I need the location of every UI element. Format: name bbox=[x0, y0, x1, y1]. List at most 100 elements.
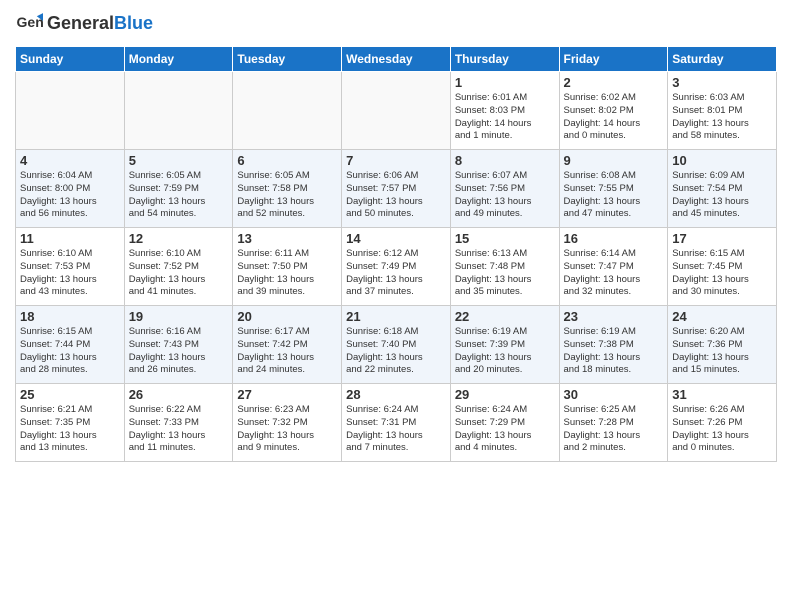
calendar-cell: 11 Sunrise: 6:10 AM Sunset: 7:53 PM Dayli… bbox=[16, 228, 125, 306]
calendar-cell: 15 Sunrise: 6:13 AM Sunset: 7:48 PM Dayli… bbox=[450, 228, 559, 306]
day-info: Sunrise: 6:05 AM Sunset: 7:59 PM Dayligh… bbox=[129, 170, 229, 221]
calendar-week-row: 11 Sunrise: 6:10 AM Sunset: 7:53 PM Dayli… bbox=[16, 228, 777, 306]
calendar-cell: 23 Sunrise: 6:19 AM Sunset: 7:38 PM Dayli… bbox=[559, 306, 668, 384]
day-info: Sunrise: 6:24 AM Sunset: 7:29 PM Dayligh… bbox=[455, 404, 555, 455]
day-info: Sunrise: 6:15 AM Sunset: 7:44 PM Dayligh… bbox=[20, 326, 120, 377]
day-number: 18 bbox=[20, 309, 120, 324]
day-number: 25 bbox=[20, 387, 120, 402]
day-number: 24 bbox=[672, 309, 772, 324]
calendar-cell bbox=[124, 72, 233, 150]
day-header-thursday: Thursday bbox=[450, 47, 559, 72]
day-number: 8 bbox=[455, 153, 555, 168]
day-header-tuesday: Tuesday bbox=[233, 47, 342, 72]
day-header-monday: Monday bbox=[124, 47, 233, 72]
logo: General GeneralBlue bbox=[15, 10, 153, 38]
header: General GeneralBlue bbox=[15, 10, 777, 38]
day-header-friday: Friday bbox=[559, 47, 668, 72]
calendar-cell: 9Sunrise: 6:08 AM Sunset: 7:55 PM Daylig… bbox=[559, 150, 668, 228]
day-number: 20 bbox=[237, 309, 337, 324]
day-number: 3 bbox=[672, 75, 772, 90]
calendar-cell: 24 Sunrise: 6:20 AM Sunset: 7:36 PM Dayli… bbox=[668, 306, 777, 384]
day-number: 15 bbox=[455, 231, 555, 246]
day-info: Sunrise: 6:24 AM Sunset: 7:31 PM Dayligh… bbox=[346, 404, 446, 455]
day-info: Sunrise: 6:12 AM Sunset: 7:49 PM Dayligh… bbox=[346, 248, 446, 299]
day-number: 21 bbox=[346, 309, 446, 324]
day-info: Sunrise: 6:09 AM Sunset: 7:54 PM Dayligh… bbox=[672, 170, 772, 221]
day-info: Sunrise: 6:16 AM Sunset: 7:43 PM Dayligh… bbox=[129, 326, 229, 377]
calendar-cell: 20 Sunrise: 6:17 AM Sunset: 7:42 PM Dayli… bbox=[233, 306, 342, 384]
day-info: Sunrise: 6:18 AM Sunset: 7:40 PM Dayligh… bbox=[346, 326, 446, 377]
day-info: Sunrise: 6:21 AM Sunset: 7:35 PM Dayligh… bbox=[20, 404, 120, 455]
calendar-cell: 13Sunrise: 6:11 AM Sunset: 7:50 PM Dayli… bbox=[233, 228, 342, 306]
calendar-cell: 26 Sunrise: 6:22 AM Sunset: 7:33 PM Dayli… bbox=[124, 384, 233, 462]
day-info: Sunrise: 6:26 AM Sunset: 7:26 PM Dayligh… bbox=[672, 404, 772, 455]
calendar-cell: 2Sunrise: 6:02 AM Sunset: 8:02 PM Daylig… bbox=[559, 72, 668, 150]
day-info: Sunrise: 6:10 AM Sunset: 7:53 PM Dayligh… bbox=[20, 248, 120, 299]
day-info: Sunrise: 6:17 AM Sunset: 7:42 PM Dayligh… bbox=[237, 326, 337, 377]
day-number: 26 bbox=[129, 387, 229, 402]
day-info: Sunrise: 6:15 AM Sunset: 7:45 PM Dayligh… bbox=[672, 248, 772, 299]
calendar-week-row: 18 Sunrise: 6:15 AM Sunset: 7:44 PM Dayli… bbox=[16, 306, 777, 384]
day-info: Sunrise: 6:19 AM Sunset: 7:39 PM Dayligh… bbox=[455, 326, 555, 377]
day-info: Sunrise: 6:13 AM Sunset: 7:48 PM Dayligh… bbox=[455, 248, 555, 299]
calendar-week-row: 25 Sunrise: 6:21 AM Sunset: 7:35 PM Dayli… bbox=[16, 384, 777, 462]
calendar-cell bbox=[16, 72, 125, 150]
calendar-cell bbox=[342, 72, 451, 150]
day-number: 7 bbox=[346, 153, 446, 168]
day-header-wednesday: Wednesday bbox=[342, 47, 451, 72]
calendar-cell: 21 Sunrise: 6:18 AM Sunset: 7:40 PM Dayli… bbox=[342, 306, 451, 384]
day-number: 30 bbox=[564, 387, 664, 402]
calendar-cell: 5 Sunrise: 6:05 AM Sunset: 7:59 PM Daylig… bbox=[124, 150, 233, 228]
calendar-cell: 30 Sunrise: 6:25 AM Sunset: 7:28 PM Dayli… bbox=[559, 384, 668, 462]
day-info: Sunrise: 6:22 AM Sunset: 7:33 PM Dayligh… bbox=[129, 404, 229, 455]
day-info: Sunrise: 6:10 AM Sunset: 7:52 PM Dayligh… bbox=[129, 248, 229, 299]
calendar-table: SundayMondayTuesdayWednesdayThursdayFrid… bbox=[15, 46, 777, 462]
day-info: Sunrise: 6:07 AM Sunset: 7:56 PM Dayligh… bbox=[455, 170, 555, 221]
calendar-cell bbox=[233, 72, 342, 150]
calendar-week-row: 4 Sunrise: 6:04 AM Sunset: 8:00 PM Daylig… bbox=[16, 150, 777, 228]
day-info: Sunrise: 6:19 AM Sunset: 7:38 PM Dayligh… bbox=[564, 326, 664, 377]
calendar-header-row: SundayMondayTuesdayWednesdayThursdayFrid… bbox=[16, 47, 777, 72]
calendar-cell: 29 Sunrise: 6:24 AM Sunset: 7:29 PM Dayli… bbox=[450, 384, 559, 462]
day-number: 17 bbox=[672, 231, 772, 246]
day-number: 27 bbox=[237, 387, 337, 402]
day-number: 19 bbox=[129, 309, 229, 324]
day-info: Sunrise: 6:20 AM Sunset: 7:36 PM Dayligh… bbox=[672, 326, 772, 377]
day-header-sunday: Sunday bbox=[16, 47, 125, 72]
calendar-cell: 25 Sunrise: 6:21 AM Sunset: 7:35 PM Dayli… bbox=[16, 384, 125, 462]
calendar-cell: 8 Sunrise: 6:07 AM Sunset: 7:56 PM Daylig… bbox=[450, 150, 559, 228]
logo-text: GeneralBlue bbox=[47, 14, 153, 34]
calendar-week-row: 1 Sunrise: 6:01 AM Sunset: 8:03 PM Daylig… bbox=[16, 72, 777, 150]
day-info: Sunrise: 6:05 AM Sunset: 7:58 PM Dayligh… bbox=[237, 170, 337, 221]
day-number: 14 bbox=[346, 231, 446, 246]
calendar-cell: 22 Sunrise: 6:19 AM Sunset: 7:39 PM Dayli… bbox=[450, 306, 559, 384]
calendar-cell: 3 Sunrise: 6:03 AM Sunset: 8:01 PM Daylig… bbox=[668, 72, 777, 150]
calendar-cell: 17 Sunrise: 6:15 AM Sunset: 7:45 PM Dayli… bbox=[668, 228, 777, 306]
calendar-cell: 18 Sunrise: 6:15 AM Sunset: 7:44 PM Dayli… bbox=[16, 306, 125, 384]
day-number: 5 bbox=[129, 153, 229, 168]
day-info: Sunrise: 6:01 AM Sunset: 8:03 PM Dayligh… bbox=[455, 92, 555, 143]
calendar-cell: 6Sunrise: 6:05 AM Sunset: 7:58 PM Daylig… bbox=[233, 150, 342, 228]
calendar-cell: 4 Sunrise: 6:04 AM Sunset: 8:00 PM Daylig… bbox=[16, 150, 125, 228]
day-number: 16 bbox=[564, 231, 664, 246]
day-number: 1 bbox=[455, 75, 555, 90]
day-number: 11 bbox=[20, 231, 120, 246]
day-info: Sunrise: 6:23 AM Sunset: 7:32 PM Dayligh… bbox=[237, 404, 337, 455]
day-header-saturday: Saturday bbox=[668, 47, 777, 72]
day-info: Sunrise: 6:25 AM Sunset: 7:28 PM Dayligh… bbox=[564, 404, 664, 455]
day-number: 23 bbox=[564, 309, 664, 324]
day-number: 12 bbox=[129, 231, 229, 246]
day-info: Sunrise: 6:14 AM Sunset: 7:47 PM Dayligh… bbox=[564, 248, 664, 299]
calendar-cell: 28Sunrise: 6:24 AM Sunset: 7:31 PM Dayli… bbox=[342, 384, 451, 462]
page: General GeneralBlue SundayMondayTuesdayW… bbox=[0, 0, 792, 612]
calendar-cell: 12 Sunrise: 6:10 AM Sunset: 7:52 PM Dayli… bbox=[124, 228, 233, 306]
day-number: 22 bbox=[455, 309, 555, 324]
day-info: Sunrise: 6:04 AM Sunset: 8:00 PM Dayligh… bbox=[20, 170, 120, 221]
calendar-cell: 27 Sunrise: 6:23 AM Sunset: 7:32 PM Dayli… bbox=[233, 384, 342, 462]
day-info: Sunrise: 6:08 AM Sunset: 7:55 PM Dayligh… bbox=[564, 170, 664, 221]
day-info: Sunrise: 6:06 AM Sunset: 7:57 PM Dayligh… bbox=[346, 170, 446, 221]
day-number: 4 bbox=[20, 153, 120, 168]
day-info: Sunrise: 6:03 AM Sunset: 8:01 PM Dayligh… bbox=[672, 92, 772, 143]
day-number: 29 bbox=[455, 387, 555, 402]
day-info: Sunrise: 6:11 AM Sunset: 7:50 PM Dayligh… bbox=[237, 248, 337, 299]
